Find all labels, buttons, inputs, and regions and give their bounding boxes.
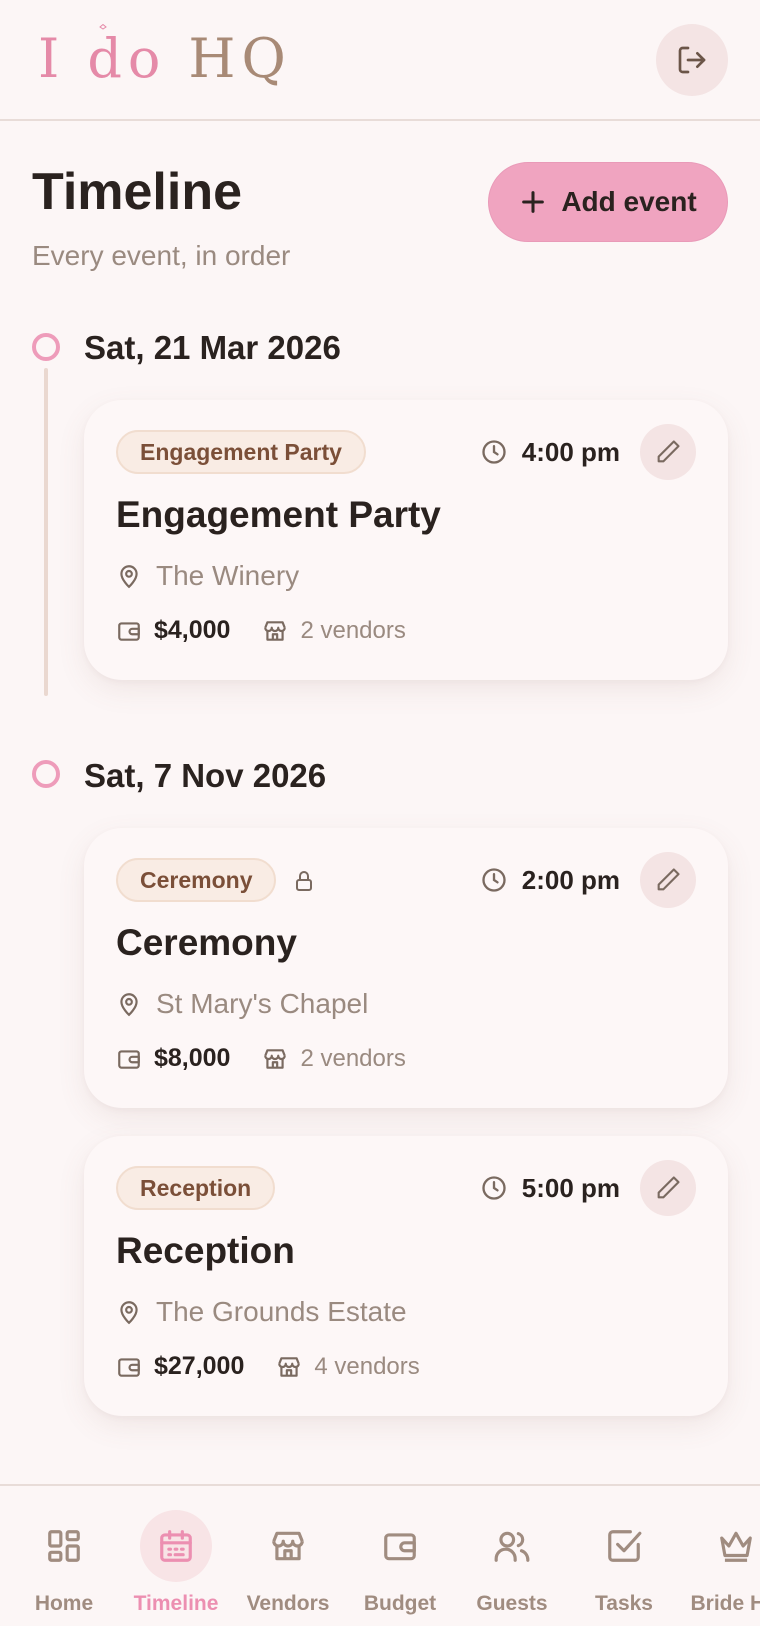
nav-item-vendors[interactable]: Vendors [232,1486,344,1626]
wallet-icon [118,1049,140,1069]
event-budget: $8,000 [154,1044,231,1072]
add-event-button[interactable]: Add event [488,162,728,242]
wallet-icon [118,1357,140,1377]
clock-icon [482,868,506,892]
bottom-nav: Home Timeline Vendors Budget Guests Task… [0,1484,760,1626]
clock-icon [482,440,506,464]
logo-i: I [38,27,66,90]
event-card[interactable]: Reception 5:00 pm Reception The Grounds … [84,1136,728,1416]
event-type-tag: Engagement Party [116,430,366,474]
event-meta: $8,000 2 vendors [116,1044,406,1073]
grid-icon [48,1530,80,1562]
store-icon [264,1048,287,1069]
timeline-dot [32,333,60,361]
event-location-text: The Grounds Estate [156,1296,407,1327]
wallet-icon [384,1533,416,1561]
nav-label: Tasks [595,1592,653,1615]
calendar-icon [160,1530,192,1562]
plus-icon [522,191,545,213]
lock-icon [296,871,312,891]
event-location-text: The Winery [156,560,300,591]
map-pin-icon [120,993,138,1017]
event-time-text: 4:00 pm [521,436,620,467]
timeline-dot [32,760,60,788]
event-time-text: 5:00 pm [521,1172,620,1203]
event-time: 2:00 pm [480,858,620,902]
event-time-text: 2:00 pm [521,864,620,895]
date-heading: Sat, 21 Mar 2026 [84,329,341,366]
date-heading: Sat, 7 Nov 2026 [84,757,327,794]
nav-item-bride-hq[interactable]: Bride HQ [680,1486,760,1626]
map-pin-icon [120,1301,138,1325]
event-time: 5:00 pm [480,1166,620,1210]
nav-label: Budget [363,1592,437,1615]
clock-icon [482,1176,506,1200]
event-location-text: St Mary's Chapel [156,988,369,1019]
event-location: The Grounds Estate [116,1296,407,1328]
nav-label: Timeline [133,1592,219,1615]
nav-label: Vendors [246,1592,330,1615]
wallet-icon [118,621,140,641]
store-icon [264,620,287,641]
app-header: I do HQ [0,0,760,121]
edit-event-button[interactable] [640,424,696,480]
pencil-icon [657,440,680,463]
nav-label: Bride HQ [690,1592,760,1615]
event-meta: $27,000 4 vendors [116,1352,420,1381]
event-title: Engagement Party [116,494,441,535]
page-subtitle: Every event, in order [32,240,291,271]
event-location: The Winery [116,560,299,592]
users-icon [494,1531,530,1562]
edit-event-button[interactable] [640,852,696,908]
event-card[interactable]: Ceremony 2:00 pm Ceremony St Mary's Chap… [84,828,728,1108]
logo-hq: HQ [188,27,292,90]
event-vendor-count: 4 vendors [314,1352,420,1380]
nav-item-timeline[interactable]: Timeline [120,1486,232,1626]
add-event-label: Add event [561,186,697,217]
pencil-icon [657,868,680,891]
store-icon [278,1356,301,1377]
event-budget: $4,000 [154,616,231,644]
pencil-icon [657,1176,680,1199]
event-time: 4:00 pm [480,430,620,474]
event-budget: $27,000 [154,1352,245,1380]
event-type-tag: Ceremony [116,858,277,902]
crown-icon [720,1531,752,1562]
map-pin-icon [120,565,138,589]
nav-label: Guests [476,1592,548,1615]
ring-icon [99,24,107,30]
page-title: Timeline [32,163,243,221]
event-title: Ceremony [116,922,297,963]
event-title: Reception [116,1230,295,1271]
event-type-tag: Reception [116,1166,276,1210]
event-vendor-count: 2 vendors [300,1044,406,1072]
logout-icon [678,46,706,74]
event-card[interactable]: Engagement Party 4:00 pm Engagement Part… [84,400,728,680]
timeline-line [44,368,48,696]
check-square-icon [608,1530,642,1562]
app-logo[interactable]: I do HQ [38,24,292,90]
nav-item-budget[interactable]: Budget [344,1486,456,1626]
nav-item-guests[interactable]: Guests [456,1486,568,1626]
nav-item-home[interactable]: Home [8,1486,120,1626]
store-icon [272,1531,304,1561]
event-vendor-count: 2 vendors [300,616,406,644]
event-meta: $4,000 2 vendors [116,616,406,645]
logout-button[interactable] [656,24,728,96]
edit-event-button[interactable] [640,1160,696,1216]
nav-item-tasks[interactable]: Tasks [568,1486,680,1626]
event-location: St Mary's Chapel [116,988,368,1020]
nav-label: Home [34,1592,94,1615]
